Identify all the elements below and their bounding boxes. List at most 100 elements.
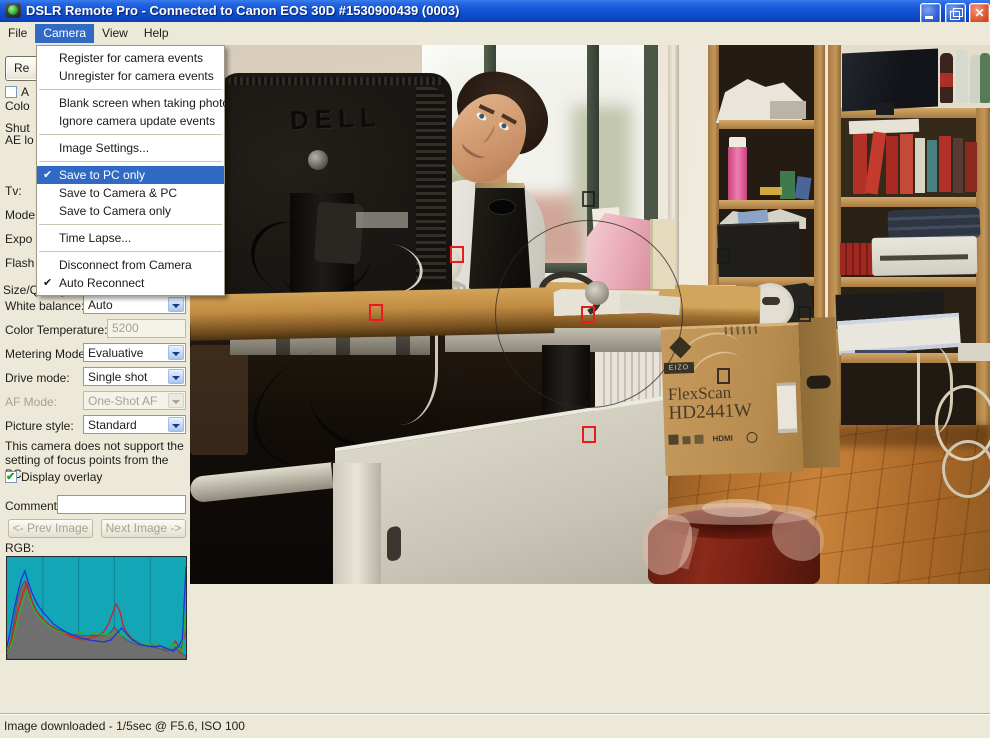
menu-item-save-to-pc-only[interactable]: Save to PC only <box>37 166 224 184</box>
app-window: DSLR Remote Pro - Connected to Canon EOS… <box>0 0 990 738</box>
shipping-marks <box>724 325 759 335</box>
chevron-down-icon <box>168 393 184 408</box>
restore-button[interactable] <box>945 3 966 24</box>
display-overlay-label: Display overlay <box>21 470 103 484</box>
color-row-label: Colo <box>5 99 30 113</box>
red-book <box>886 136 898 194</box>
prev-image-button[interactable]: <- Prev Image <box>8 519 93 538</box>
metering-mode-select[interactable]: Evaluative <box>83 343 186 362</box>
photo-preview: DELL EIZO FlexScan HD2441W HDMI <box>190 45 990 584</box>
box-icon <box>694 434 704 444</box>
plastic-liner <box>702 499 772 517</box>
menu-item-ignore-camera-update-events[interactable]: Ignore camera update events <box>37 112 224 130</box>
top-checkbox[interactable] <box>5 86 17 98</box>
menu-item-disconnect-from-camera[interactable]: Disconnect from Camera <box>37 256 224 274</box>
exposure-label: Expo <box>5 232 33 246</box>
cardboard <box>190 345 248 455</box>
chevron-down-icon[interactable] <box>168 369 184 384</box>
menu-separator <box>39 161 222 162</box>
menu-item-blank-screen-when-taking-photo[interactable]: Blank screen when taking photo <box>37 94 229 112</box>
papers-stack <box>958 343 990 361</box>
minimize-button[interactable] <box>920 3 941 24</box>
picture-style-select[interactable]: Standard <box>83 415 186 434</box>
blue-folder <box>794 176 812 200</box>
monitor-top-vents <box>228 77 444 85</box>
printer-slot <box>879 254 969 261</box>
drive-mode-select[interactable]: Single shot <box>83 367 186 386</box>
label-sticker <box>356 212 408 228</box>
menu-item-auto-reconnect[interactable]: Auto Reconnect <box>37 274 224 292</box>
menu-item-save-to-camera-only[interactable]: Save to Camera only <box>37 202 224 220</box>
red-book <box>900 134 913 194</box>
red-book <box>965 142 977 192</box>
shelf-board <box>841 197 976 207</box>
color-temperature-label: Color Temperature: <box>5 323 108 337</box>
chevron-down-icon[interactable] <box>168 345 184 360</box>
outside-blur <box>572 105 632 225</box>
af-point-active <box>582 426 596 443</box>
hdmi-mark: HDMI <box>712 433 734 444</box>
menubar-item-camera[interactable]: Camera <box>35 24 95 43</box>
white-balance-select[interactable]: Auto <box>83 295 186 314</box>
shelf-board <box>719 200 814 209</box>
close-button[interactable] <box>969 3 990 24</box>
picture-style-label: Picture style: <box>5 419 74 433</box>
menubar-item-help[interactable]: Help <box>136 24 177 43</box>
monitor-logo: DELL <box>289 102 383 136</box>
comment-input[interactable] <box>57 495 186 514</box>
top-checkbox-label: A <box>21 85 30 99</box>
stand-knob <box>308 150 328 170</box>
books-cell <box>841 118 977 197</box>
menu-separator <box>39 251 222 252</box>
pink-spray-bottle <box>728 147 747 200</box>
red-book <box>864 131 887 195</box>
af-point-active <box>581 306 595 323</box>
red-book <box>939 136 951 192</box>
menu-item-time-lapse[interactable]: Time Lapse... <box>37 229 224 247</box>
next-image-button[interactable]: Next Image -> <box>101 519 186 538</box>
drive-mode-label: Drive mode: <box>5 371 70 385</box>
display-overlay-checkbox[interactable] <box>5 470 17 483</box>
box-side <box>798 316 841 469</box>
menu-item-unregister-for-camera-events[interactable]: Unregister for camera events <box>37 67 224 85</box>
af-point-inactive <box>582 191 595 207</box>
title-bar[interactable]: DSLR Remote Pro - Connected to Canon EOS… <box>0 0 990 24</box>
rgb-histogram <box>6 556 187 660</box>
mode-label: Mode <box>5 208 36 222</box>
white-book <box>915 138 925 193</box>
status-text: Image downloaded - 1/5sec @ F5.6, ISO 10… <box>4 719 245 733</box>
af-point-inactive <box>717 368 730 384</box>
af-point-inactive <box>798 306 811 322</box>
menubar-item-file[interactable]: File <box>0 24 35 43</box>
ae-lock-label: AE lo <box>5 133 34 147</box>
af-point-active <box>450 246 464 263</box>
chevron-down-icon[interactable] <box>168 417 184 432</box>
dell-monitor: DELL <box>220 73 452 308</box>
chevron-down-icon[interactable] <box>168 297 184 312</box>
panel-slot <box>387 525 401 562</box>
shelf-board <box>841 277 976 287</box>
monitor-side-vents <box>416 87 446 283</box>
speaker-top-edge <box>476 183 524 188</box>
green-can <box>780 171 795 199</box>
trash-can <box>642 497 828 584</box>
green-bottle <box>980 53 990 103</box>
flexscan-box: EIZO FlexScan HD2441W HDMI <box>660 316 841 477</box>
af-point-active <box>369 304 383 321</box>
menu-item-register-for-camera-events[interactable]: Register for camera events <box>37 49 224 67</box>
menu-item-image-settings[interactable]: Image Settings... <box>37 139 224 157</box>
cable-strand <box>900 345 953 435</box>
bottles-group <box>938 47 990 105</box>
box-model: HD2441W <box>668 399 753 424</box>
menubar-item-view[interactable]: View <box>94 24 136 43</box>
white-balance-label: White balance: <box>5 299 85 313</box>
box-icon <box>682 436 691 445</box>
menu-separator <box>39 134 222 135</box>
af-mode-label: AF Mode: <box>5 395 58 409</box>
color-temperature-input[interactable]: 5200 <box>107 319 186 338</box>
menu-item-save-to-camera-pc[interactable]: Save to Camera & PC <box>37 184 224 202</box>
window-title: DSLR Remote Pro - Connected to Canon EOS… <box>26 3 460 18</box>
af-point-inactive <box>449 368 462 384</box>
camera-menu-dropdown: Register for camera events Unregister for… <box>36 45 229 296</box>
af-mode-select[interactable]: One-Shot AF <box>83 391 186 410</box>
